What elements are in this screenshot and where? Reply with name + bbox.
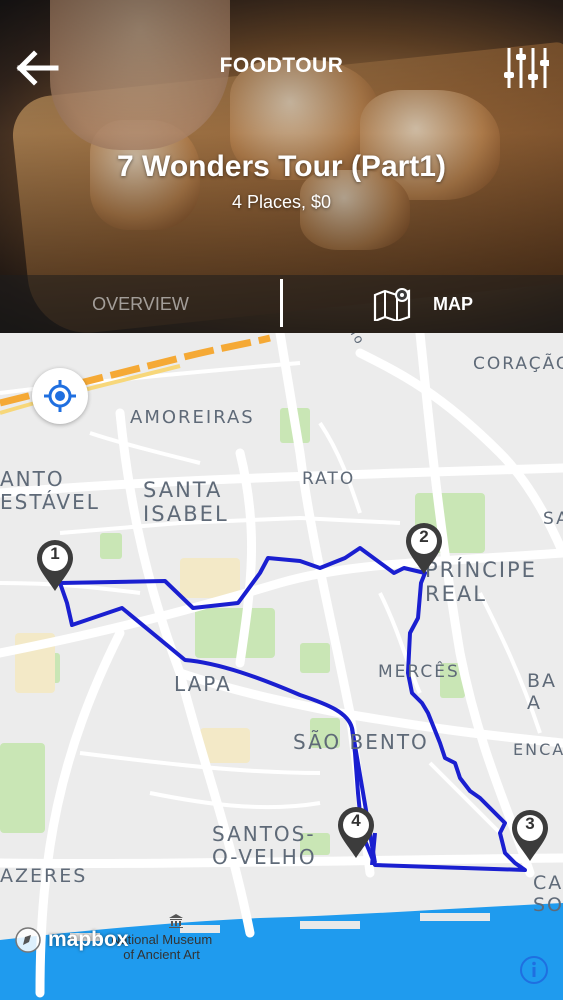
label-santo-estevao: ANTO ESTÁVEL — [0, 467, 100, 514]
tab-map[interactable]: MAP — [283, 275, 563, 333]
tour-title: 7 Wonders Tour (Part1) — [117, 150, 446, 183]
stop-pin-3[interactable]: 3 — [510, 808, 550, 862]
label-rato: RATO — [302, 469, 356, 489]
label-santos-o-velho: SANTOS- O-VELHO — [212, 822, 317, 869]
map-icon — [373, 288, 411, 321]
stop-pin-1[interactable]: 1 — [35, 538, 75, 592]
sliders-icon[interactable] — [501, 44, 549, 92]
header-hero: FOODTOUR 7 Wonders Tour (Part1) 4 Places… — [0, 0, 563, 333]
label-coracao-de-jesus: CORAÇÃO DE JESUS — [473, 354, 563, 374]
label-bairro-alto: BA A — [527, 670, 558, 714]
label-cais-do-sodre: CA SO — [533, 872, 563, 916]
app-brand: FOODTOUR — [219, 54, 344, 77]
stop-pin-4[interactable]: 4 — [336, 805, 376, 859]
mapbox-label: mapbox — [48, 928, 129, 951]
label-amoreiras: AMOREIRAS — [130, 407, 255, 428]
crosshair-icon — [44, 380, 76, 412]
tour-subtitle: 4 Places, $0 — [231, 192, 332, 212]
map-base — [0, 333, 563, 1000]
label-encarnacao: ENCA — [513, 740, 563, 759]
label-santa-isabel: SANTA ISABEL — [143, 478, 229, 527]
mapbox-logo[interactable]: mapbox — [14, 925, 129, 955]
label-lapa: LAPA — [174, 672, 232, 696]
label-sa: SA — [543, 509, 563, 529]
label-merces: MERCÊS — [378, 662, 460, 682]
tab-overview[interactable]: OVERVIEW — [0, 275, 281, 333]
locate-me-button[interactable] — [32, 368, 88, 424]
label-sao-bento: SÃO BENTO — [293, 730, 429, 754]
tab-bar: OVERVIEW MAP — [0, 275, 563, 333]
info-icon[interactable] — [519, 955, 549, 985]
mapbox-logo-icon — [15, 927, 41, 953]
museum-icon — [169, 914, 183, 928]
stop-pin-2[interactable]: 2 — [404, 521, 444, 575]
label-prazeres: AZERES — [0, 865, 88, 887]
map-view[interactable]: CORAÇÃO DE JESUS AMOREIRAS ANTO ESTÁVEL … — [0, 333, 563, 1000]
tab-map-label: MAP — [433, 293, 473, 314]
